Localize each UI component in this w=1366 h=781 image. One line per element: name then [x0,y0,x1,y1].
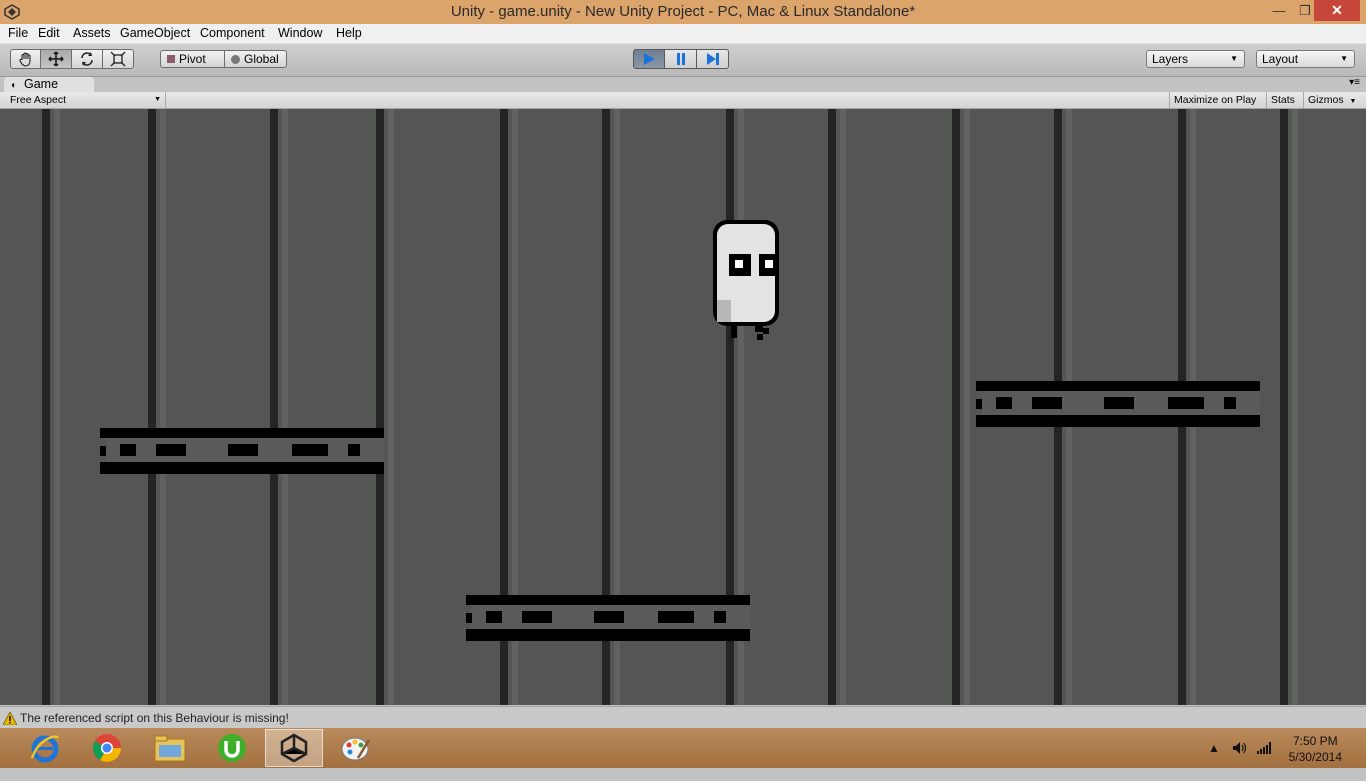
player-ghost-character [713,220,779,340]
menu-edit[interactable]: Edit [38,25,60,41]
platform [100,428,384,474]
platform [466,595,750,641]
title-bar: Unity - game.unity - New Unity Project -… [0,0,1366,24]
step-icon [706,53,719,65]
background-pillar [42,109,60,705]
layout-dropdown[interactable]: Layout ▼ [1256,50,1355,68]
unity-icon [280,733,308,763]
global-toggle[interactable]: Global [225,50,287,68]
close-button[interactable]: ✕ [1314,0,1360,21]
taskbar-internet-explorer[interactable] [16,729,74,767]
game-view[interactable] [0,109,1366,705]
background-pillar [376,109,394,705]
scale-tool-button[interactable] [103,49,134,69]
move-arrows-icon [48,51,64,67]
tray-chevron-up-icon[interactable]: ▲ [1208,741,1220,781]
scale-icon [110,51,126,67]
taskbar-paint[interactable] [327,729,385,767]
clock-date: 5/30/2014 [1288,750,1342,764]
step-button[interactable] [697,49,729,69]
console-status-bar[interactable]: The referenced script on this Behaviour … [0,706,1366,729]
internet-explorer-icon [30,735,60,763]
maximize-on-play-toggle[interactable]: Maximize on Play [1169,92,1266,108]
chevron-down-icon: ▼ [154,96,161,103]
layers-label: Layers [1152,52,1189,66]
toolbar: Pivot Global Layers ▼ Layout ▼ [0,44,1366,77]
menu-component[interactable]: Component [200,25,265,41]
taskbar-utorrent[interactable] [203,729,261,767]
playback-controls [633,49,729,69]
layout-label: Layout [1262,52,1299,66]
tab-game-label: Game [24,77,59,91]
taskbar-clock[interactable]: 7:50 PM 5/30/2014 [1289,733,1342,765]
globe-icon [231,54,240,64]
warning-icon [3,712,17,725]
background-pillar [828,109,846,705]
pivot-label: Pivot [179,52,206,66]
aspect-label: Free Aspect [10,94,67,106]
move-tool-button[interactable] [41,49,72,69]
pacman-icon: ◖ [10,80,17,91]
background-pillar [148,109,166,705]
rotate-icon [81,52,93,66]
background-pillar [952,109,970,705]
hand-icon [18,52,31,67]
minimize-button[interactable]: — [1266,0,1292,22]
menu-window[interactable]: Window [278,25,322,41]
stats-toggle[interactable]: Stats [1266,92,1303,108]
chevron-down-icon: ▼ [1340,54,1348,63]
file-explorer-icon [154,735,186,762]
game-tab-bar: ◖ Game ▾≡ [0,77,1366,92]
menu-assets[interactable]: Assets [73,25,111,41]
taskbar-chrome[interactable] [78,729,136,767]
gizmos-dropdown[interactable]: Gizmos ▼ [1303,92,1361,108]
chrome-icon [93,734,121,762]
tab-game[interactable]: ◖ Game [4,77,94,92]
window-title: Unity - game.unity - New Unity Project -… [450,3,916,20]
aspect-dropdown[interactable]: Free Aspect ▼ [6,92,166,108]
play-icon [644,53,655,65]
background-pillar [270,109,288,705]
menu-bar: File Edit Assets GameObject Component Wi… [0,24,1366,44]
menu-file[interactable]: File [8,25,28,41]
taskbar-file-explorer[interactable] [141,729,199,767]
network-signal-icon[interactable] [1256,741,1272,755]
tab-menu-icon[interactable]: ▾≡ [1349,77,1360,88]
gizmos-label: Gizmos [1308,94,1344,106]
menu-help[interactable]: Help [336,25,362,41]
play-button[interactable] [633,49,665,69]
chevron-down-icon: ▼ [1230,54,1238,63]
windows-taskbar: ▲ 7:50 PM 5/30/2014 [0,728,1366,768]
pivot-group: Pivot Global [160,50,287,70]
layers-dropdown[interactable]: Layers ▼ [1146,50,1245,68]
paint-icon [341,737,371,761]
volume-icon[interactable] [1232,741,1248,755]
taskbar-unity[interactable] [265,729,323,767]
pivot-toggle[interactable]: Pivot [160,50,225,68]
status-message: The referenced script on this Behaviour … [20,711,289,725]
rotate-tool-button[interactable] [72,49,103,69]
transform-tools [10,49,134,69]
platform [976,381,1260,427]
background-pillar [1280,109,1298,705]
menu-gameobject[interactable]: GameObject [120,25,190,41]
clock-time: 7:50 PM [1292,734,1338,748]
game-view-toolbar: Free Aspect ▼ Maximize on Play Stats Giz… [0,92,1366,109]
chevron-down-icon: ▼ [1349,98,1357,105]
hand-tool-button[interactable] [10,49,41,69]
pivot-icon [167,55,175,63]
utorrent-icon [218,734,246,762]
global-label: Global [244,52,279,66]
pause-icon [676,53,685,65]
pause-button[interactable] [665,49,697,69]
